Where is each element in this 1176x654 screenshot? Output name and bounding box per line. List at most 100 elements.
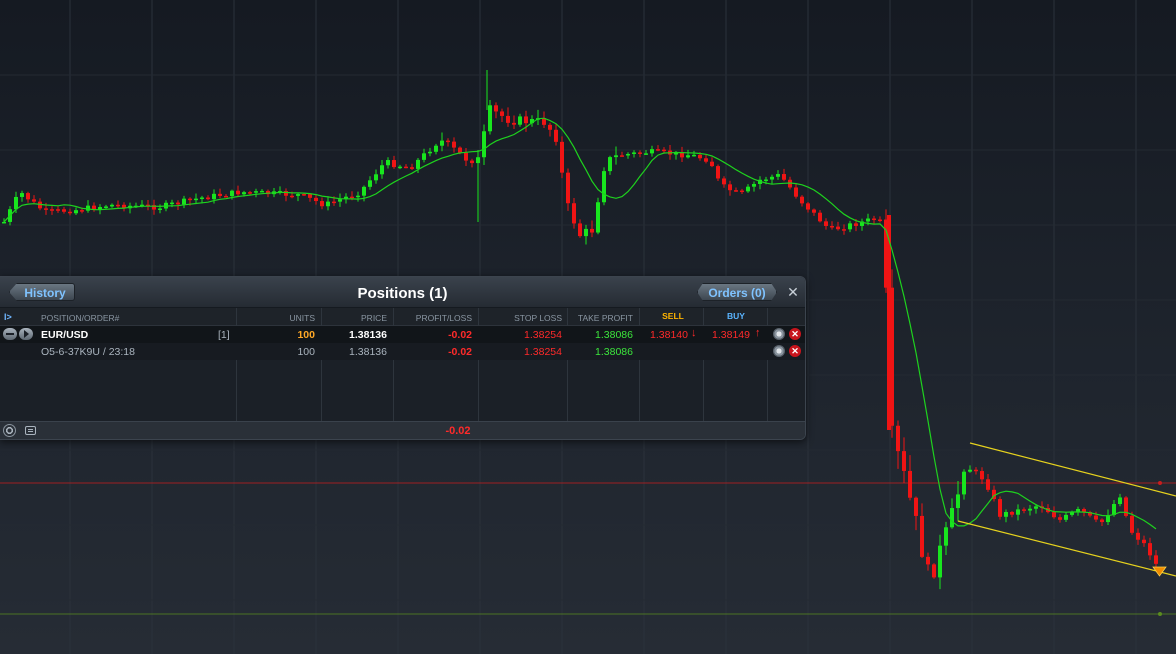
orders-button[interactable]: Orders (0) — [697, 283, 777, 301]
candle-body — [572, 203, 576, 224]
candle-body — [404, 166, 408, 169]
column-position[interactable]: POSITION/ORDER# — [41, 313, 119, 323]
candle-body — [704, 158, 708, 162]
candle-body — [248, 192, 252, 194]
candle-body — [656, 149, 660, 151]
up-arrow-icon: ↑ — [755, 327, 761, 339]
candle-body — [806, 203, 810, 210]
candle-body — [830, 225, 834, 228]
candle-body — [980, 471, 984, 480]
candle-body — [224, 195, 228, 198]
candle-body — [812, 209, 816, 213]
order-take-profit[interactable]: 1.38086 — [568, 346, 633, 358]
candle-body — [1148, 543, 1152, 556]
column-stop-loss[interactable]: STOP LOSS — [480, 313, 562, 323]
collapse-icon[interactable] — [3, 328, 17, 340]
candle-body — [182, 198, 186, 205]
candle-body — [326, 201, 330, 207]
candle-body — [887, 215, 891, 430]
candle-body — [380, 165, 384, 175]
position-row[interactable]: EUR/USD [1] 100 1.38136 -0.02 1.38254 1.… — [0, 326, 805, 343]
gear-icon[interactable] — [773, 328, 785, 340]
candle-body — [320, 201, 324, 207]
candle-body — [362, 186, 366, 196]
order-row[interactable]: O5-6-37K9U / 23:18 100 1.38136 -0.02 1.3… — [0, 343, 805, 360]
candle-body — [2, 221, 6, 224]
candle-body — [854, 223, 858, 226]
order-price: 1.38136 — [349, 346, 387, 358]
sell-price[interactable]: 1.38140 — [640, 329, 688, 341]
candle-body — [836, 226, 840, 230]
expand-all-icon[interactable]: I> — [4, 312, 12, 322]
close-position-icon[interactable]: ✕ — [789, 328, 801, 340]
close-order-icon[interactable]: ✕ — [789, 345, 801, 357]
order-id: O5-6-37K9U / 23:18 — [41, 346, 135, 358]
candle-body — [110, 204, 114, 207]
candle-body — [734, 190, 738, 192]
candle-body — [26, 193, 30, 200]
candle-body — [920, 515, 924, 557]
order-stop-loss[interactable]: 1.38254 — [480, 346, 562, 358]
column-price[interactable]: PRICE — [322, 313, 387, 323]
candle-body — [908, 470, 912, 498]
candle-body — [62, 209, 66, 212]
candle-body — [800, 196, 804, 204]
candle-body — [518, 116, 522, 125]
candle-body — [968, 469, 972, 472]
candle-body — [158, 208, 162, 210]
total-profit-loss: -0.02 — [445, 425, 471, 437]
candle-body — [470, 160, 474, 164]
candle-body — [296, 194, 300, 196]
column-sell[interactable]: SELL — [640, 311, 706, 321]
candle-body — [1016, 509, 1020, 515]
buy-price[interactable]: 1.38149 — [704, 329, 750, 341]
channel-upper-line — [969, 442, 1176, 497]
candle-body — [1070, 512, 1074, 515]
candle-body — [410, 167, 414, 169]
candle-body — [86, 205, 90, 211]
column-profit-loss[interactable]: PROFIT/LOSS — [394, 313, 472, 323]
candle-body — [848, 223, 852, 230]
candle-body — [512, 122, 516, 125]
candle-body — [44, 208, 48, 210]
candle-body — [1052, 512, 1056, 518]
candle-body — [1130, 515, 1134, 533]
candle-body — [614, 155, 618, 158]
candle-body — [878, 219, 882, 222]
position-take-profit[interactable]: 1.38086 — [568, 329, 633, 341]
column-buy[interactable]: BUY — [704, 311, 768, 321]
candle-body — [218, 193, 222, 196]
column-units[interactable]: UNITS — [250, 313, 316, 323]
candle-body — [254, 191, 258, 193]
candle-body — [32, 199, 36, 202]
candle-body — [584, 228, 588, 237]
position-stop-loss[interactable]: 1.38254 — [480, 329, 562, 341]
candle-body — [356, 195, 360, 198]
candle-body — [56, 209, 60, 211]
gear-icon[interactable] — [773, 345, 785, 357]
panel-footer: -0.02 — [0, 421, 805, 439]
candle-body — [938, 545, 942, 578]
candle-body — [104, 206, 108, 208]
candle-body — [338, 199, 342, 202]
candle-body — [116, 204, 120, 207]
position-units: 100 — [297, 329, 315, 341]
close-icon[interactable]: ✕ — [785, 283, 801, 301]
candle-body — [314, 197, 318, 202]
candle-body — [950, 508, 954, 528]
candle-body — [464, 152, 468, 161]
order-units: 100 — [297, 346, 315, 358]
candle-body — [998, 499, 1002, 517]
candle-body — [386, 160, 390, 166]
column-take-profit[interactable]: TAKE PROFIT — [568, 313, 633, 323]
settings-icon[interactable] — [3, 424, 16, 437]
candle-body — [548, 124, 552, 130]
candle-body — [68, 211, 72, 214]
candle-body — [650, 149, 654, 154]
candle-body — [698, 154, 702, 159]
candle-body — [566, 172, 570, 204]
expand-arrow-icon[interactable] — [19, 328, 33, 340]
positions-panel: History Positions (1) Orders (0) ✕ I> PO… — [0, 276, 806, 440]
print-icon[interactable] — [25, 426, 36, 435]
candle-body — [434, 145, 438, 152]
